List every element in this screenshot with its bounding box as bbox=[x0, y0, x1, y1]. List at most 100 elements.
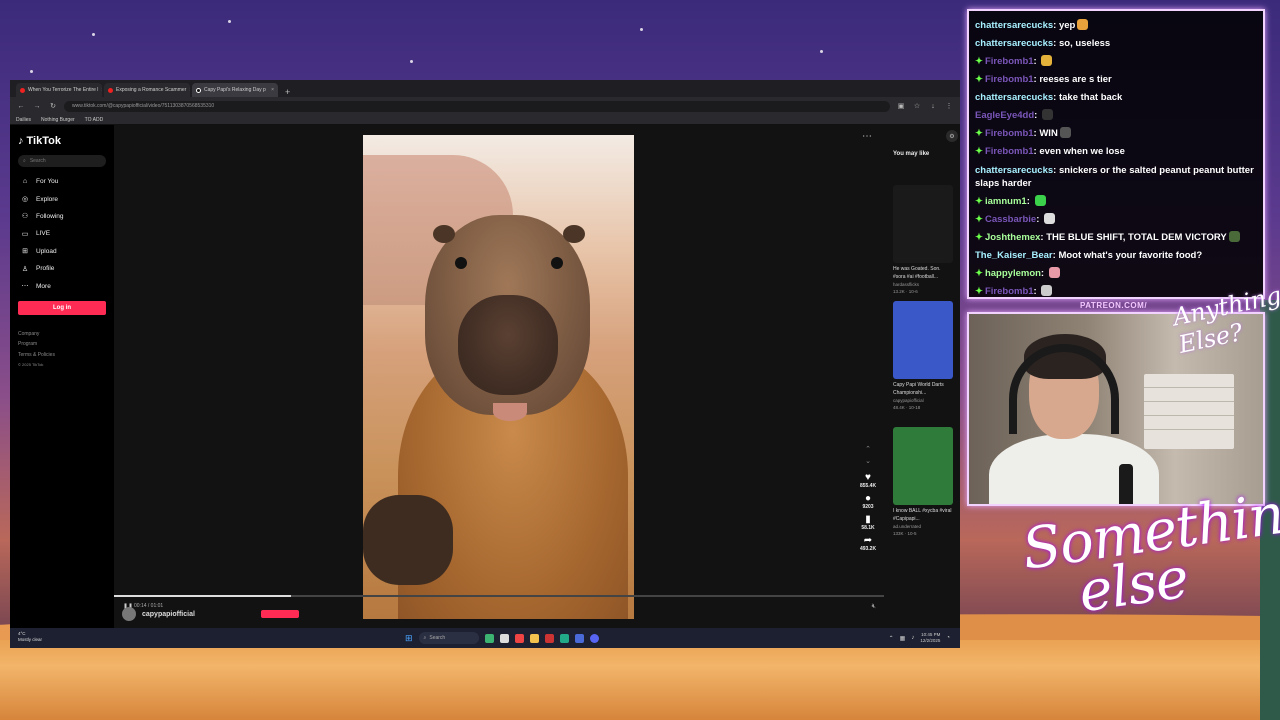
volume-icon[interactable]: 🔇︎ bbox=[872, 603, 876, 611]
chat-username[interactable]: Firebomb1 bbox=[985, 74, 1034, 85]
capybara-ear bbox=[563, 225, 585, 243]
close-tab-icon[interactable]: × bbox=[271, 87, 274, 93]
follow-button[interactable] bbox=[260, 610, 299, 618]
recommendation-card[interactable]: Capy Papi World Darts Championshi... cap… bbox=[893, 301, 953, 411]
sidebar-item-live[interactable]: ▭ LIVE bbox=[18, 225, 106, 242]
footer-link-company[interactable]: Company bbox=[18, 329, 106, 340]
login-button[interactable]: Log in bbox=[18, 300, 106, 315]
capybara-paw bbox=[363, 495, 453, 585]
live-icon: ▭ bbox=[21, 230, 29, 238]
heart-icon[interactable]: ♥ bbox=[865, 472, 871, 483]
sidebar-item-for-you[interactable]: ⌂ For You bbox=[18, 173, 106, 190]
more-options-icon[interactable]: ⋯ bbox=[862, 131, 872, 142]
share-icon[interactable]: ➦ bbox=[864, 535, 872, 546]
bookmark-star-icon[interactable]: ☆ bbox=[912, 102, 922, 110]
sidebar-nav: ⌂ For You ◎ Explore ⚇ Following ▭ LIVE ⊞ Uplo… bbox=[18, 173, 106, 295]
search-input[interactable]: ⌕ Search bbox=[18, 155, 106, 167]
chat-username[interactable]: chattersarecucks bbox=[975, 165, 1053, 176]
chat-username[interactable]: The_Kaiser_Bear bbox=[975, 250, 1053, 261]
recommendation-thumbnail[interactable] bbox=[893, 301, 953, 379]
youtube-favicon-icon bbox=[20, 87, 25, 93]
bookmark-icon[interactable]: ▮ bbox=[865, 514, 871, 525]
notification-bell-icon[interactable]: ◔ bbox=[946, 635, 950, 641]
chat-username[interactable]: Cassbarbie bbox=[985, 214, 1036, 225]
chat-username[interactable]: happylemon bbox=[985, 268, 1041, 279]
sidebar-item-following[interactable]: ⚇ Following bbox=[18, 208, 106, 225]
chat-username[interactable]: chattersarecucks bbox=[975, 20, 1053, 31]
download-icon[interactable]: ↓ bbox=[928, 103, 938, 110]
progress-bar[interactable] bbox=[114, 595, 884, 597]
chat-username[interactable]: chattersarecucks bbox=[975, 38, 1053, 49]
url-input[interactable]: www.tiktok.com/@capypapiofficial/video/7… bbox=[64, 100, 890, 112]
settings-icon[interactable]: ⚙ bbox=[946, 130, 958, 142]
creator-info[interactable]: capypapiofficial bbox=[122, 607, 299, 621]
chrome-icon[interactable] bbox=[514, 633, 524, 643]
sidebar-item-upload[interactable]: ⊞ Upload bbox=[18, 243, 106, 260]
chevron-up-icon[interactable]: ⌃ bbox=[889, 635, 894, 642]
comment-icon[interactable]: ● bbox=[865, 493, 871, 504]
next-video-icon[interactable]: ⌄ bbox=[865, 457, 871, 469]
browser-tab-active[interactable]: Capy Papi's Relaxing Day p × bbox=[192, 83, 278, 97]
close-tab-icon[interactable]: × bbox=[101, 87, 102, 93]
app-icon[interactable] bbox=[559, 633, 569, 643]
file-explorer-icon[interactable] bbox=[529, 633, 539, 643]
chat-message: ✦ Cassbarbie: bbox=[975, 211, 1257, 229]
sub-badge-icon: ✦ bbox=[975, 56, 983, 67]
sidebar-item-profile[interactable]: ♙ Profile bbox=[18, 260, 106, 277]
chat-username[interactable]: iamnum1 bbox=[985, 196, 1027, 207]
sidebar-item-label: Following bbox=[36, 212, 64, 220]
streamer-body bbox=[989, 434, 1159, 504]
sidebar-item-more[interactable]: ⋯ More bbox=[18, 277, 106, 294]
forward-icon[interactable]: → bbox=[32, 103, 42, 110]
star bbox=[92, 33, 95, 36]
network-icon[interactable]: ▦ bbox=[900, 635, 906, 642]
windows-start-icon[interactable]: ⊞ bbox=[405, 633, 413, 644]
star bbox=[820, 50, 823, 53]
tiktok-logo[interactable]: ♪ TikTok bbox=[18, 135, 106, 147]
sidebar-item-label: More bbox=[36, 282, 51, 290]
speaker-icon[interactable]: ♪ bbox=[911, 635, 914, 641]
footer-link-terms[interactable]: Terms & Policies bbox=[18, 350, 106, 361]
chat-username[interactable]: Firebomb1 bbox=[985, 56, 1034, 67]
app-icon[interactable] bbox=[484, 633, 494, 643]
sidebar-item-explore[interactable]: ◎ Explore bbox=[18, 190, 106, 207]
app-icon[interactable] bbox=[544, 633, 554, 643]
taskbar-search[interactable]: ⌕ Search bbox=[418, 632, 479, 644]
weather-widget[interactable]: 4°C Mostly clear bbox=[18, 631, 42, 643]
task-view-icon[interactable] bbox=[499, 633, 509, 643]
extension-icon[interactable]: ▣ bbox=[896, 102, 906, 110]
chat-username[interactable]: Firebomb1 bbox=[985, 286, 1034, 297]
discord-icon[interactable] bbox=[589, 633, 599, 643]
chat-username[interactable]: Firebomb1 bbox=[985, 128, 1034, 139]
chat-username[interactable]: EagleEye4dd bbox=[975, 110, 1034, 121]
chat-username[interactable]: Firebomb1 bbox=[985, 146, 1034, 157]
chat-username[interactable]: Joshthemex bbox=[985, 232, 1040, 243]
recommendation-thumbnail[interactable] bbox=[893, 185, 953, 263]
new-tab-icon[interactable]: + bbox=[280, 87, 295, 97]
browser-tab[interactable]: When You Terrorize The Entire l× bbox=[16, 83, 102, 97]
recommendations-panel: ⚙ You may like He was Goated. Son. #sora… bbox=[884, 125, 960, 628]
avatar[interactable] bbox=[122, 607, 136, 621]
creator-name[interactable]: capypapiofficial bbox=[142, 611, 195, 618]
clock[interactable]: 10:45 PM 12/2/2025 bbox=[920, 632, 940, 644]
close-tab-icon[interactable]: × bbox=[189, 87, 190, 93]
bookmark-nothing-burger[interactable]: Nothing Burger bbox=[41, 117, 75, 123]
video-player[interactable] bbox=[363, 135, 634, 619]
previous-video-icon[interactable]: ⌃ bbox=[865, 445, 871, 457]
bookmark-dailies[interactable]: Dailies bbox=[16, 117, 31, 123]
capybara-snout bbox=[458, 295, 558, 395]
footer-link-program[interactable]: Program bbox=[18, 339, 106, 350]
back-icon[interactable]: ← bbox=[16, 103, 26, 110]
weather-desc: Mostly clear bbox=[18, 637, 43, 642]
chat-username[interactable]: chattersarecucks bbox=[975, 92, 1053, 103]
menu-icon[interactable]: ⋮ bbox=[944, 102, 954, 110]
steam-icon[interactable] bbox=[574, 633, 584, 643]
recommendation-card[interactable]: He was Goated. Son. #sora #ai #football.… bbox=[893, 185, 953, 295]
recommendation-card[interactable]: I know BALL #xycba #viral #Capipapi... a… bbox=[893, 427, 953, 537]
bookmark-to-add[interactable]: TO ADD bbox=[85, 117, 104, 123]
chat-message: ✦ Firebomb1: bbox=[975, 53, 1257, 71]
recommendation-thumbnail[interactable] bbox=[893, 427, 953, 505]
emote-icon bbox=[1059, 127, 1071, 138]
browser-tab[interactable]: Exposing a Romance Scammer× bbox=[104, 83, 190, 97]
reload-icon[interactable]: ↻ bbox=[48, 102, 58, 110]
